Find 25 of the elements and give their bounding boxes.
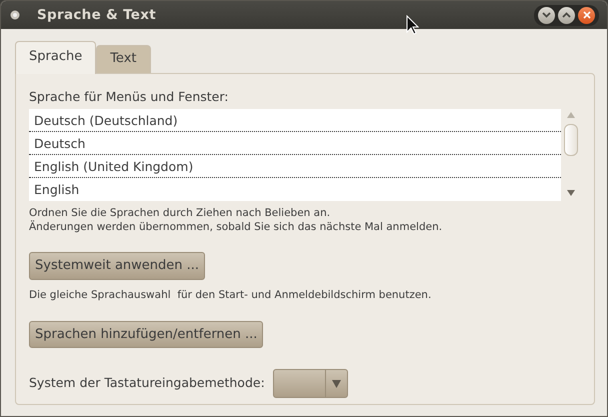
hint-text: Änderungen werden übernommen, sobald Sie sich das nächste Mal anmelden. [29,220,444,234]
window-menu-icon[interactable] [9,9,21,21]
input-method-dropdown[interactable] [272,369,348,398]
close-icon [582,11,590,19]
language-item[interactable]: Deutsch (Deutschland) [29,109,562,132]
scrollbar-thumb[interactable] [564,124,578,156]
chevron-down-icon [542,12,551,18]
apply-button[interactable]: Systemweit anwenden ... [29,252,206,280]
maximize-button[interactable] [558,6,575,24]
cursor-icon [406,15,419,35]
window-title: Sprache & Text [37,6,156,25]
tab[interactable]: Sprache [15,41,96,74]
language-item[interactable]: English (United Kingdom) [29,155,562,178]
add-languages-button[interactable]: Sprachen hinzufügen/entfernen ... [29,320,264,348]
tab[interactable]: Text [96,45,150,72]
dropdown-arrow-icon [332,380,341,388]
hint-text: Die gleiche Sprachauswahl für den Start- und Anmeldebildschirm benutzen. [29,288,432,302]
language-item[interactable]: English [29,178,562,202]
chevron-up-icon [562,12,571,18]
list-label: Sprache für Menüs und Fenster: [29,88,230,106]
combo-label: System der Tastatureingabemethode: [29,374,265,392]
minimize-button[interactable] [538,6,555,24]
close-button[interactable] [578,6,595,24]
hint-text: Ordnen Sie die Sprachen durch Ziehen nach Belieben an. [29,206,332,220]
language-item[interactable]: Deutsch [29,132,562,156]
